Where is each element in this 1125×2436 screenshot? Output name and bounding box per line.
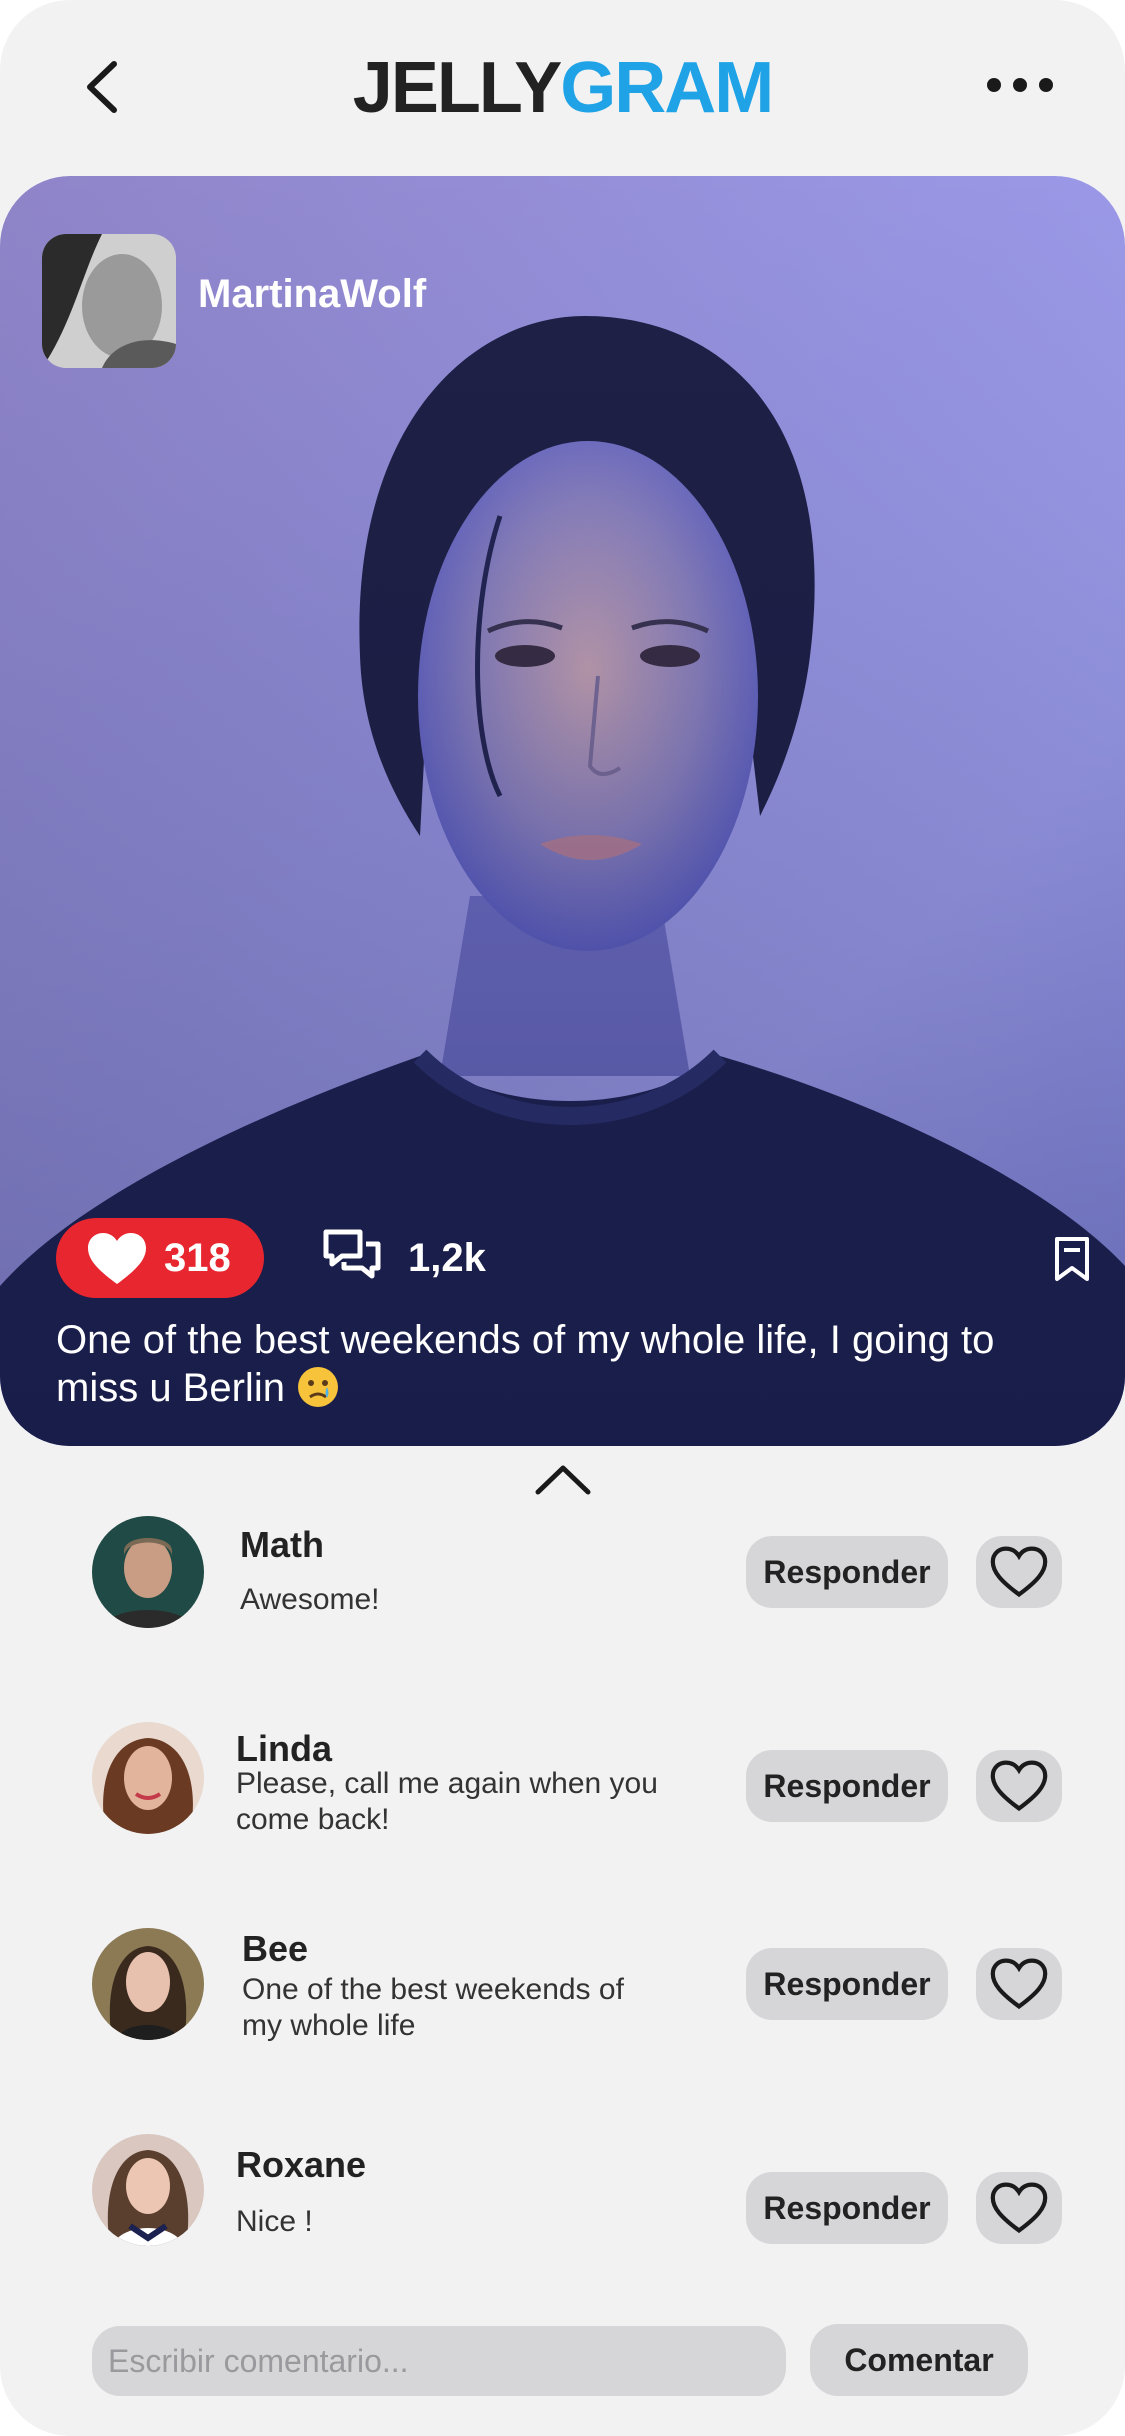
commenter-avatar[interactable] [92,1516,204,1628]
reply-button[interactable]: Responder [746,1750,948,1822]
post-caption: One of the best weekends of my whole lif… [56,1316,1056,1412]
comment-text: One of the best weekends of my whole lif… [242,1973,624,2042]
comment-text: Please, call me again when you come back… [236,1767,658,1836]
comment-item: Roxane Nice ! Responder [0,2134,1125,2246]
heart-outline-icon [990,1546,1048,1598]
like-comment-button[interactable] [976,1948,1062,2020]
bookmark-icon[interactable] [1054,1236,1090,1282]
like-comment-button[interactable] [976,2172,1062,2244]
crying-face-emoji-icon [298,1367,339,1407]
author-name[interactable]: MartinaWolf [198,272,426,317]
avatar-image [92,1722,204,1834]
avatar-image [92,2134,204,2246]
commenter-avatar[interactable] [92,2134,204,2246]
heart-outline-icon [990,2182,1048,2234]
logo-text-accent: GRAM [560,48,774,128]
avatar-image [92,1928,204,2040]
reply-button[interactable]: Responder [746,1948,948,2020]
chevron-up-icon [535,1465,591,1495]
like-comment-button[interactable] [976,1536,1062,1608]
comment-input[interactable] [92,2326,786,2396]
heart-outline-icon [990,1958,1048,2010]
more-options-button[interactable] [980,60,1060,110]
like-button[interactable]: 318 [56,1218,264,1298]
submit-comment-button[interactable]: Comentar [810,2324,1028,2396]
like-comment-button[interactable] [976,1750,1062,1822]
reply-button[interactable]: Responder [746,1536,948,1608]
comment-item: Bee One of the best weekends of my whole… [0,1928,1125,2042]
comment-count: 1,2k [408,1236,486,1280]
avatar-image [92,1516,204,1628]
comment-text: Nice ! [236,2205,313,2238]
commenter-name: Roxane [236,2144,367,2185]
app-screen: JELLYGRAM MartinaWolf 318 1,2k One of th… [0,0,1125,2436]
heart-filled-icon [88,1233,146,1284]
caption-text: One of the best weekends of my whole lif… [56,1318,995,1410]
comments-icon[interactable] [320,1226,384,1290]
author-avatar-image [42,234,176,368]
top-bar: JELLYGRAM [0,0,1125,176]
like-count: 318 [164,1236,231,1280]
more-horizontal-icon [987,78,1053,92]
collapse-comments-button[interactable] [532,1460,594,1500]
author-avatar[interactable] [42,234,176,368]
comment-item: Linda Please, call me again when you com… [0,1722,1125,1836]
heart-outline-icon [990,1760,1048,1812]
commenter-name: Math [240,1524,324,1565]
comment-text: Awesome! [240,1583,380,1616]
post-card[interactable]: MartinaWolf 318 1,2k One of the best wee… [0,176,1125,1446]
commenter-name: Linda [236,1728,332,1769]
app-logo: JELLYGRAM [0,44,1125,132]
commenter-name: Bee [242,1928,309,1969]
commenter-avatar[interactable] [92,1722,204,1834]
comment-item: Math Awesome! Responder [0,1516,1125,1628]
commenter-avatar[interactable] [92,1928,204,2040]
logo-text-dark: JELLY [352,48,562,128]
reply-button[interactable]: Responder [746,2172,948,2244]
